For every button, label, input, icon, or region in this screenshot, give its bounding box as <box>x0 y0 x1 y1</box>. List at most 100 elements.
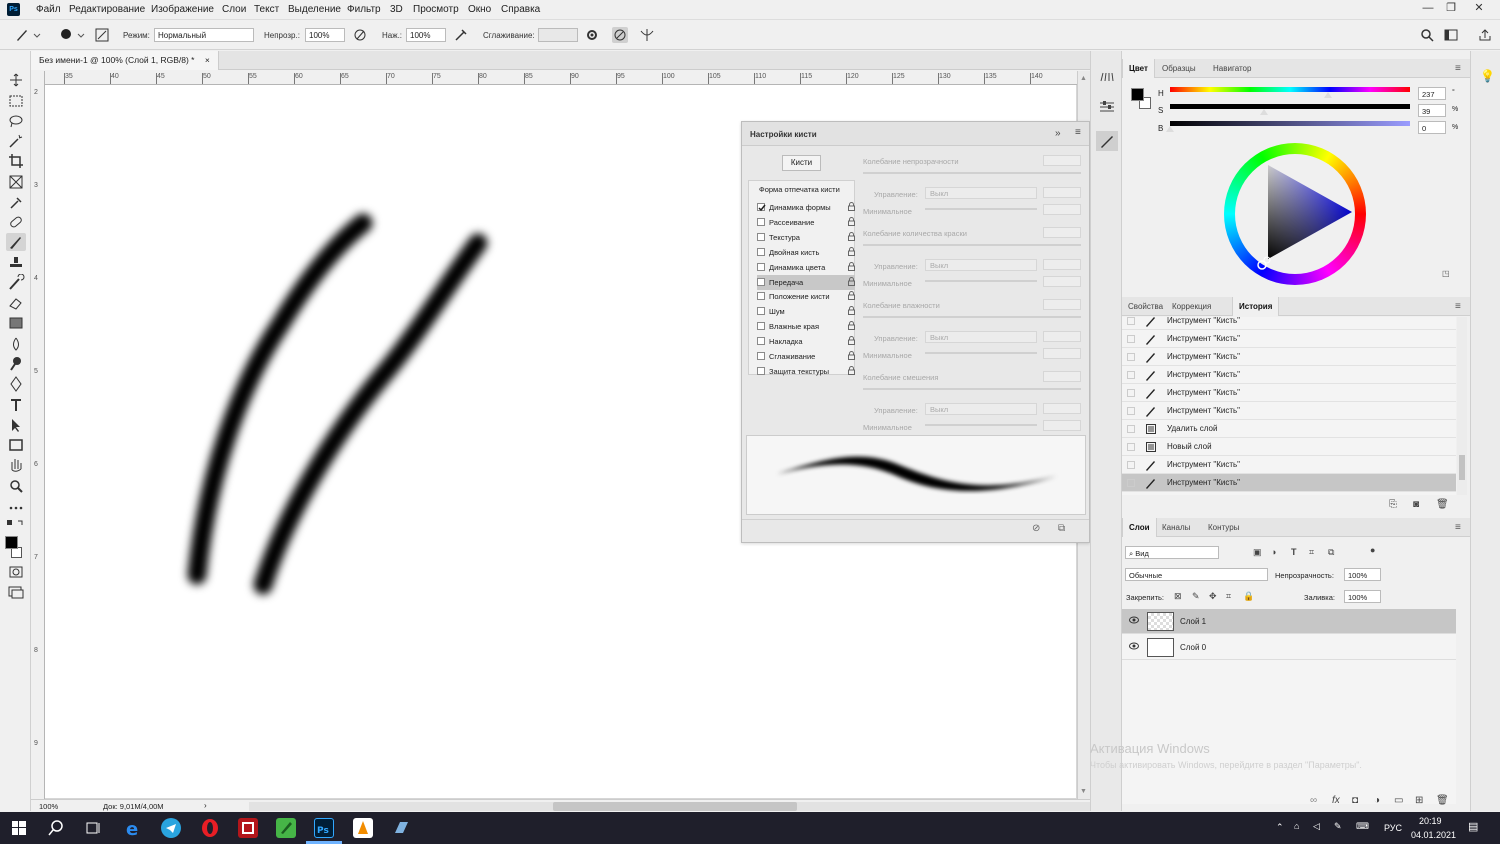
add-mask-icon[interactable]: ◘ <box>1352 795 1358 806</box>
photoshop-logo[interactable]: Ps <box>7 3 20 16</box>
history-snapshot-box[interactable] <box>1127 335 1135 343</box>
history-item[interactable]: Инструмент "Кисть" <box>1122 456 1456 474</box>
pen-icon[interactable]: ✎ <box>1334 821 1342 832</box>
history-item[interactable]: Инструмент "Кисть" <box>1122 348 1456 366</box>
menu-text[interactable]: Текст <box>254 4 279 15</box>
lock-icon[interactable] <box>848 306 855 316</box>
clock-date[interactable]: 04.01.2021 <box>1411 830 1456 840</box>
menu-window[interactable]: Окно <box>468 4 491 15</box>
horizontal-scrollbar-thumb[interactable] <box>553 802 797 811</box>
brush-option-item[interactable]: Динамика формы <box>757 200 855 215</box>
tab-paths[interactable]: Контуры <box>1202 518 1245 537</box>
menu-file[interactable]: Файл <box>36 4 61 15</box>
zoom-tool-icon[interactable] <box>6 477 26 495</box>
checkbox[interactable] <box>757 247 765 256</box>
checkbox[interactable] <box>757 277 765 286</box>
search-icon[interactable] <box>1419 27 1435 43</box>
fx-icon[interactable]: fx <box>1332 795 1340 806</box>
brushes-button[interactable]: Кисти <box>782 155 821 171</box>
language-indicator[interactable]: РУС <box>1384 823 1402 833</box>
fill-field[interactable]: 100% <box>1344 590 1381 603</box>
menu-filter[interactable]: Фильтр <box>347 4 381 15</box>
history-item[interactable]: Удалить слой <box>1122 420 1456 438</box>
trash-icon[interactable]: 🗑 <box>1436 499 1449 510</box>
lock-position-icon[interactable]: ✥ <box>1209 591 1217 602</box>
shape-filter-icon[interactable]: ⌗ <box>1309 547 1314 558</box>
brush-option-item[interactable]: Двойная кисть <box>757 245 855 260</box>
notepad-icon[interactable] <box>276 818 296 838</box>
layer-opacity-field[interactable]: 100% <box>1344 568 1381 581</box>
task-view-icon[interactable] <box>83 818 103 838</box>
edge-icon[interactable]: e <box>123 818 143 838</box>
expand-icon[interactable]: ◳ <box>1442 269 1450 278</box>
filezilla-icon[interactable] <box>238 818 258 838</box>
history-item[interactable]: Инструмент "Кисть" <box>1122 317 1456 330</box>
tab-color[interactable]: Цвет <box>1122 59 1155 78</box>
history-snapshot-box[interactable] <box>1127 479 1135 487</box>
hue-slider-knob[interactable] <box>1324 92 1333 98</box>
history-item[interactable]: Инструмент "Кисть" <box>1122 402 1456 420</box>
lock-icon[interactable] <box>848 321 855 331</box>
eraser-tool-icon[interactable] <box>6 294 26 312</box>
pen-tool-icon[interactable] <box>6 375 26 393</box>
chevron-right-icon[interactable]: › <box>204 801 207 810</box>
more-tools-icon[interactable] <box>6 499 26 517</box>
tab-navigator[interactable]: Навигатор <box>1207 59 1257 78</box>
panel-menu-icon[interactable]: ≡ <box>1455 63 1461 74</box>
lock-all-icon[interactable]: 🔒 <box>1243 591 1254 602</box>
history-scrollbar[interactable] <box>1457 317 1467 495</box>
brush-option-item[interactable]: Влажные края <box>757 319 855 334</box>
menu-select[interactable]: Выделение <box>288 4 341 15</box>
tab-channels[interactable]: Каналы <box>1156 518 1196 537</box>
workspace-icon[interactable] <box>1443 27 1459 43</box>
brush-option-item[interactable]: Защита текстуры <box>757 364 855 379</box>
history-snapshot-box[interactable] <box>1127 407 1135 415</box>
checkbox[interactable] <box>757 292 765 301</box>
menu-help[interactable]: Справка <box>501 4 540 15</box>
lock-icon[interactable] <box>848 336 855 346</box>
lightbulb-icon[interactable]: 💡 <box>1480 69 1495 83</box>
brush-option-item[interactable]: Накладка <box>757 334 855 349</box>
new-group-icon[interactable]: ▭ <box>1394 795 1403 806</box>
blend-mode-select[interactable]: Обычные <box>1125 568 1268 581</box>
hue-slider[interactable] <box>1170 87 1410 92</box>
lock-icon[interactable] <box>848 202 855 211</box>
smoothing-field[interactable] <box>538 28 578 42</box>
brush-panel-header[interactable]: Настройки кисти » ≡ <box>742 122 1089 146</box>
checkbox[interactable] <box>757 262 765 271</box>
lock-icon[interactable] <box>848 351 855 360</box>
checkbox[interactable] <box>757 307 765 316</box>
brush-option-item[interactable]: Шум <box>757 304 855 319</box>
chevron-down-icon[interactable] <box>77 27 85 43</box>
tab-layers[interactable]: Слои <box>1122 518 1157 537</box>
history-item[interactable]: Инструмент "Кисть" <box>1122 366 1456 384</box>
lock-icon[interactable] <box>848 276 855 286</box>
crop-tool-icon[interactable] <box>6 152 26 170</box>
hand-tool-icon[interactable] <box>6 456 26 474</box>
brush-tool-icon[interactable] <box>6 233 26 251</box>
layer-thumbnail[interactable] <box>1147 612 1174 631</box>
screen-mode-icon[interactable] <box>6 583 26 601</box>
lock-icon[interactable] <box>848 216 855 226</box>
trash-icon[interactable]: 🗑 <box>1436 795 1449 806</box>
opacity-field[interactable]: 100% <box>305 28 345 42</box>
checkbox[interactable] <box>757 232 765 241</box>
telegram-icon[interactable] <box>161 818 181 838</box>
brush-option-item[interactable]: Текстура <box>757 230 855 245</box>
color-wheel[interactable] <box>1224 143 1366 285</box>
pressure-opacity-icon[interactable] <box>352 27 368 43</box>
mode-select[interactable]: Нормальный <box>154 28 254 42</box>
history-snapshot-box[interactable] <box>1127 425 1135 433</box>
history-item[interactable]: Инструмент "Кисть" <box>1122 384 1456 402</box>
lock-icon[interactable] <box>848 246 855 256</box>
filter-toggle-icon[interactable]: ● <box>1370 545 1375 555</box>
checkbox[interactable] <box>757 217 765 226</box>
history-snapshot-box[interactable] <box>1127 461 1135 469</box>
healing-brush-tool-icon[interactable] <box>6 213 26 231</box>
blur-tool-icon[interactable] <box>6 335 26 353</box>
history-snapshot-box[interactable] <box>1127 443 1135 451</box>
layer-name[interactable]: Слой 1 <box>1180 617 1206 626</box>
image-filter-icon[interactable]: ▣ <box>1253 547 1262 558</box>
brush-option-item[interactable]: Сглаживание <box>757 349 855 364</box>
menu-3d[interactable]: 3D <box>390 4 403 15</box>
